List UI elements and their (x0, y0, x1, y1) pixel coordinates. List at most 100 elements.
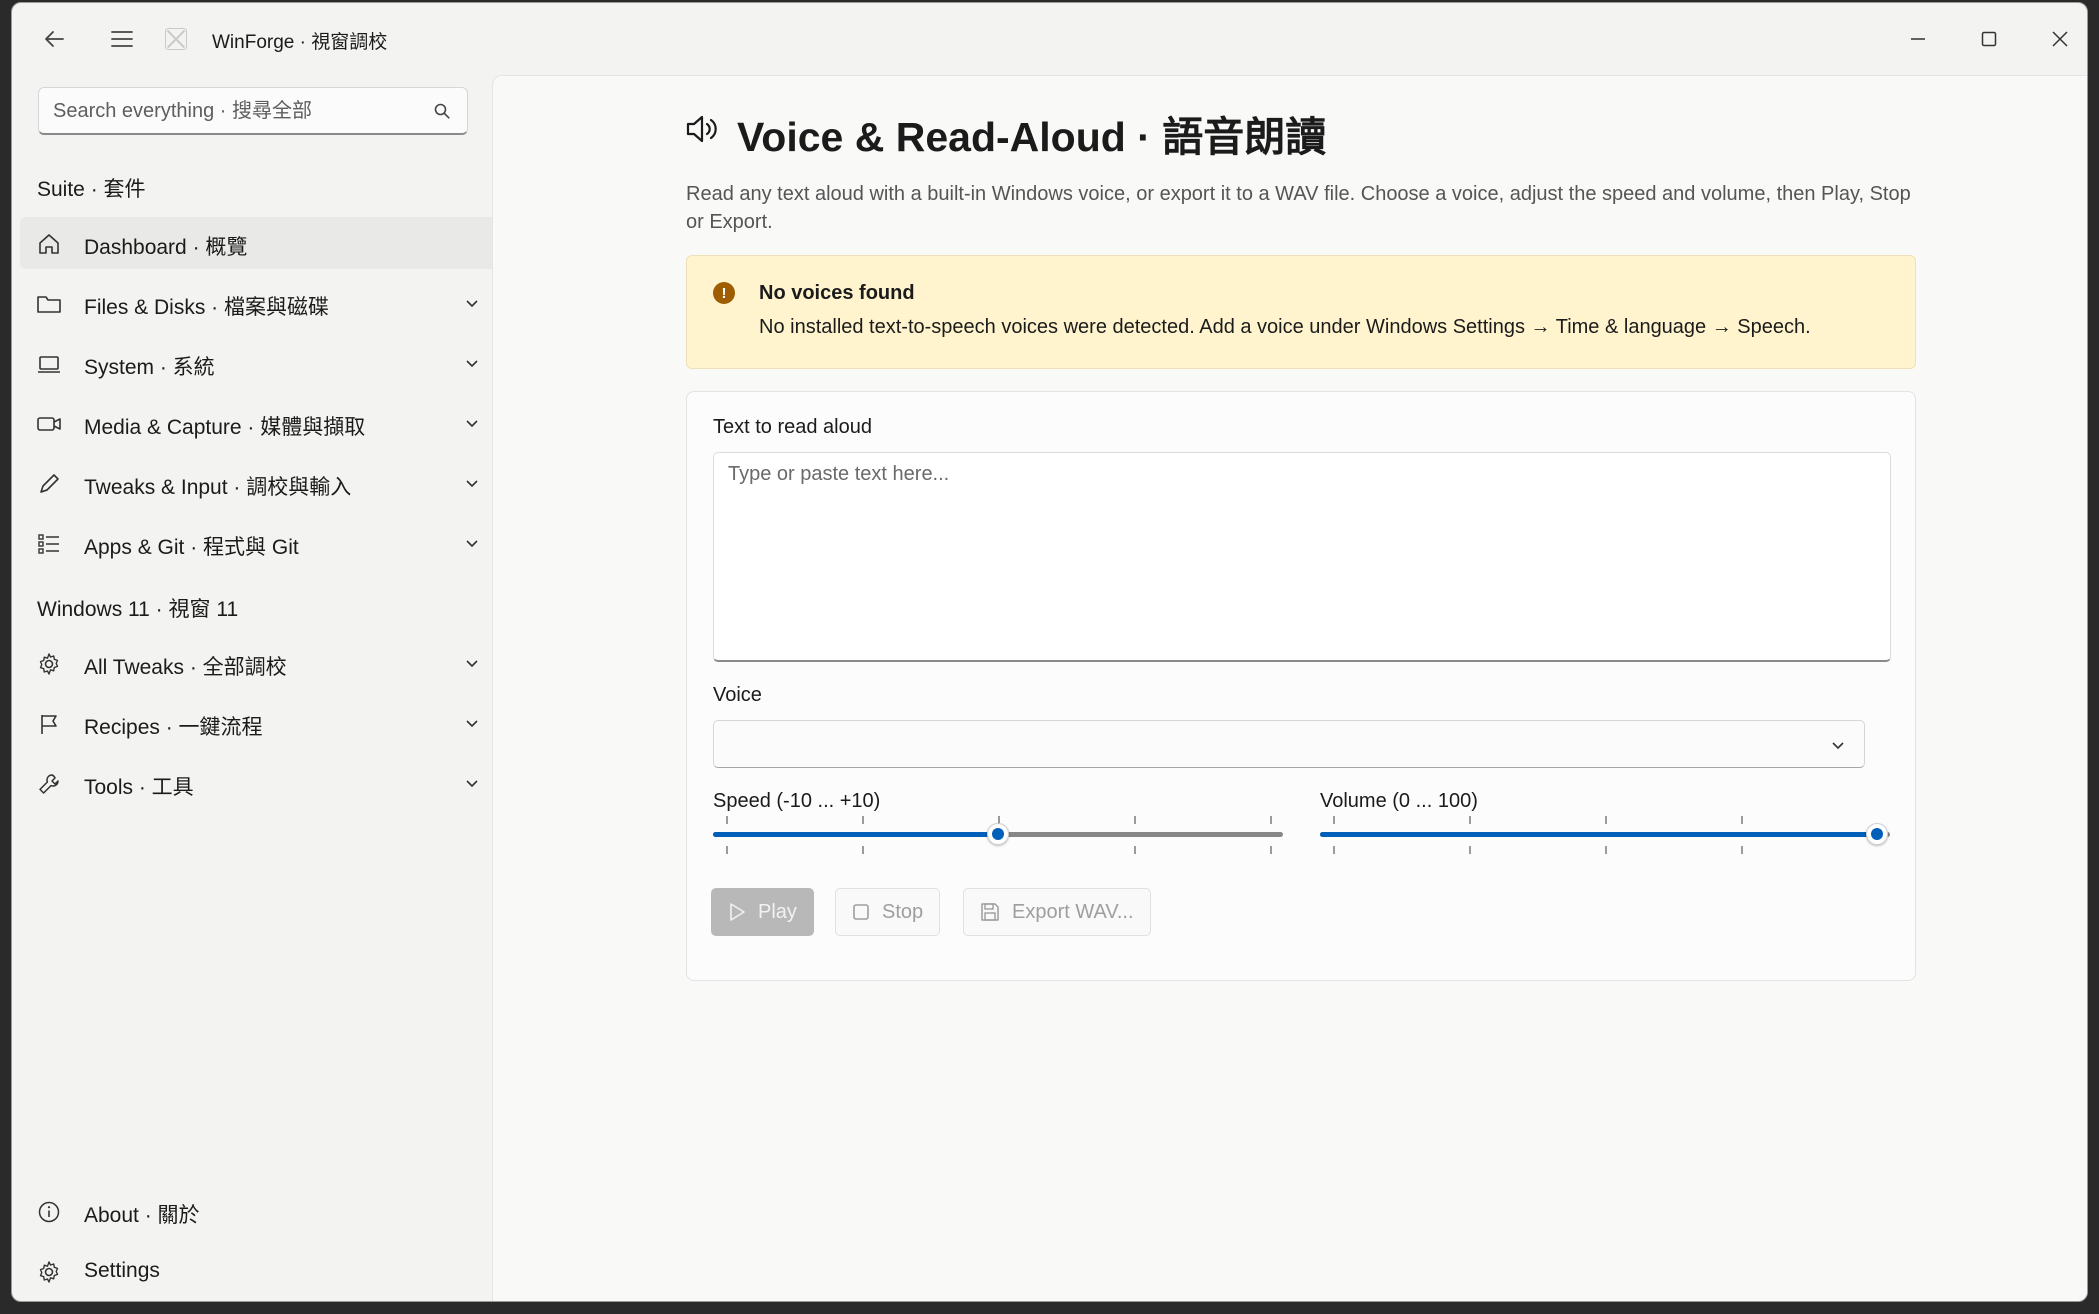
menu-button[interactable] (100, 17, 144, 61)
maximize-icon (1981, 31, 1997, 47)
nav-item-label: Tweaks & Input · 調校與輸入 (84, 476, 352, 499)
nav-item-recipes[interactable]: Recipes · 一鍵流程 (20, 697, 498, 749)
speed-slider[interactable] (713, 814, 1283, 854)
nav-item-label: About · 關於 (84, 1204, 200, 1227)
nav-item-dashboard[interactable]: Dashboard · 概覽 (20, 217, 498, 269)
save-icon (981, 903, 999, 921)
close-button[interactable] (2030, 17, 2087, 61)
nav-item-tweaks-input[interactable]: Tweaks & Input · 調校與輸入 (20, 457, 498, 509)
nav-item-label: Settings (84, 1259, 160, 1282)
slider-tick (1605, 816, 1607, 824)
chevron-down-icon (466, 480, 478, 488)
nav-item-files-disks[interactable]: Files & Disks · 檔案與磁碟 (20, 277, 498, 329)
slider-tick (862, 846, 864, 854)
search-icon (434, 103, 450, 119)
folder-icon (36, 291, 62, 317)
stop-icon (853, 904, 869, 920)
speed-slider-thumb[interactable] (987, 823, 1009, 845)
slider-tick (1469, 846, 1471, 854)
search-box[interactable] (38, 87, 468, 135)
back-button[interactable] (32, 17, 76, 61)
volume-label: Volume (0 ... 100) (1320, 790, 1478, 812)
app-window: WinForge · 視窗調校 Suite · 套件 Dashboard · 概… (11, 2, 2088, 1302)
minimize-button[interactable] (1888, 17, 1948, 61)
chevron-down-icon (466, 780, 478, 788)
nav-group-header-suite: Suite · 套件 (37, 178, 146, 201)
nav-item-label: System · 系統 (84, 356, 215, 379)
nav-item-apps-git[interactable]: Apps & Git · 程式與 Git (20, 517, 498, 569)
volume-slider-thumb[interactable] (1866, 823, 1888, 845)
stop-button-label: Stop (882, 900, 924, 923)
slider-tick (1134, 846, 1136, 854)
chevron-down-icon (1832, 742, 1844, 750)
nav-item-label: Media & Capture · 媒體與擷取 (84, 416, 366, 439)
volume-slider[interactable] (1320, 814, 1890, 854)
text-field-label: Text to read aloud (713, 416, 872, 438)
play-icon (730, 903, 745, 921)
chevron-down-icon (466, 540, 478, 548)
video-camera-icon (36, 411, 62, 437)
stop-button[interactable]: Stop (835, 888, 941, 936)
voice-field-label: Voice (713, 684, 762, 706)
app-icon (165, 28, 187, 50)
slider-tick (726, 846, 728, 854)
slider-tick (726, 816, 728, 824)
infobar-title: No voices found (759, 282, 915, 304)
nav-item-system[interactable]: System · 系統 (20, 337, 498, 389)
gear-icon (36, 651, 62, 677)
close-icon (2052, 31, 2068, 47)
text-field[interactable] (713, 452, 1891, 662)
nav-item-tools[interactable]: Tools · 工具 (20, 757, 498, 809)
hamburger-icon (111, 31, 133, 47)
pen-icon (36, 471, 62, 497)
slider-tick (1333, 846, 1335, 854)
page-title: Voice & Read-Aloud · 語音朗讀 (737, 114, 1327, 160)
chevron-down-icon (466, 660, 478, 668)
nav-item-all-tweaks[interactable]: All Tweaks · 全部調校 (20, 637, 498, 689)
chevron-down-icon (466, 420, 478, 428)
nav-item-label: Dashboard · 概覽 (84, 236, 248, 259)
nav-item-label: Tools · 工具 (84, 776, 194, 799)
nav-item-media-capture[interactable]: Media & Capture · 媒體與擷取 (20, 397, 498, 449)
back-arrow-icon (45, 31, 64, 47)
nav-group-header-windows11: Windows 11 · 視窗 11 (37, 598, 239, 621)
slider-tick (1741, 816, 1743, 824)
slider-tick (1469, 816, 1471, 824)
read-aloud-card: Text to read aloud Voice Speed (-10 ... … (686, 391, 1916, 981)
laptop-icon (36, 351, 62, 377)
flag-icon (36, 711, 62, 737)
export-wav-button[interactable]: Export WAV... (963, 888, 1151, 936)
slider-tick (1134, 816, 1136, 824)
list-icon (36, 531, 62, 557)
chevron-down-icon (466, 300, 478, 308)
nav-item-about[interactable]: About · 關於 (20, 1185, 498, 1237)
voice-dropdown[interactable] (713, 720, 1865, 768)
speaker-icon (686, 115, 717, 143)
nav-item-settings[interactable]: Settings (20, 1245, 498, 1297)
nav-item-label: Apps & Git · 程式與 Git (84, 536, 299, 559)
export-wav-button-label: Export WAV... (1012, 900, 1134, 923)
play-button[interactable]: Play (711, 888, 814, 936)
slider-tick (1270, 816, 1272, 824)
title-bar: WinForge · 視窗調校 (12, 3, 2087, 73)
slider-tick (1333, 816, 1335, 824)
info-icon (36, 1199, 62, 1225)
nav-item-label: Files & Disks · 檔案與磁碟 (84, 296, 330, 319)
nav-item-label: All Tweaks · 全部調校 (84, 656, 287, 679)
infobar-message: No installed text-to-speech voices were … (759, 316, 1811, 338)
minimize-icon (1911, 38, 1925, 40)
window-title: WinForge · 視窗調校 (212, 32, 388, 53)
nav-item-label: Recipes · 一鍵流程 (84, 716, 263, 739)
wrench-icon (36, 771, 62, 797)
slider-tick (862, 816, 864, 824)
home-icon (36, 231, 62, 257)
maximize-button[interactable] (1959, 17, 2019, 61)
text-input[interactable] (728, 463, 1876, 649)
chevron-down-icon (466, 720, 478, 728)
warning-infobar: ! No voices found No installed text-to-s… (686, 255, 1916, 369)
page-description: Read any text aloud with a built-in Wind… (686, 183, 1911, 233)
speed-label: Speed (-10 ... +10) (713, 790, 881, 812)
slider-tick (1270, 846, 1272, 854)
search-input[interactable] (53, 98, 423, 124)
gear-icon (36, 1259, 62, 1285)
